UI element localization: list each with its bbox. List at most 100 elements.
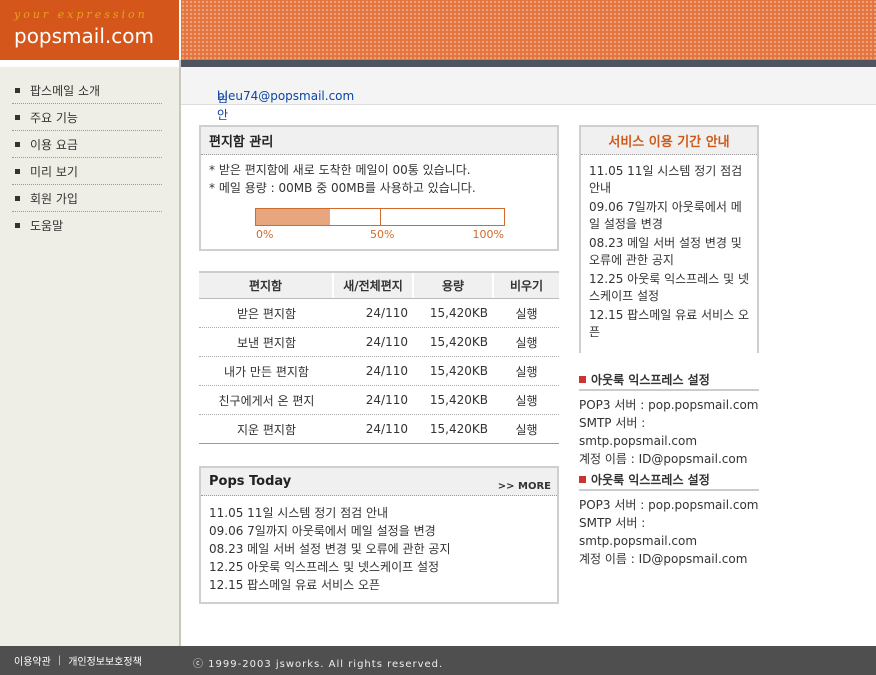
panel-title: 서비스 이용 기간 안내 xyxy=(581,127,757,155)
sidebar-item-label: 미리 보기 xyxy=(30,164,78,179)
bullet-icon xyxy=(15,223,20,228)
account-name: 계정 이름 : ID@popsmail.com xyxy=(579,452,748,466)
section-title-text: 아웃룩 익스프레스 설정 xyxy=(591,372,710,387)
empty-action-button[interactable]: 실행 xyxy=(494,386,559,414)
news-item[interactable]: 12.25 아웃룩 익스프레스 및 넷스케이프 설정 xyxy=(209,558,557,576)
notice-item[interactable]: 11.05 11일 시스템 정기 점검 안내 xyxy=(589,163,751,197)
pop3-server: POP3 서버 : pop.popsmail.com xyxy=(579,398,759,412)
sidebar-divider xyxy=(179,60,181,646)
logo-brand: popsmail.com xyxy=(14,24,154,48)
news-list: 11.05 11일 시스템 정기 점검 안내 09.06 7일까지 아웃룩에서 … xyxy=(201,496,557,594)
news-item[interactable]: 08.23 메일 서버 설정 변경 및 오류에 관한 공지 xyxy=(209,540,557,558)
news-item[interactable]: 11.05 11일 시스템 정기 점검 안내 xyxy=(209,504,557,522)
mail-count: 24/110 xyxy=(365,335,408,349)
smtp-server: SMTP 서버 : smtp.popsmail.com xyxy=(579,516,698,548)
empty-action-button[interactable]: 실행 xyxy=(494,299,559,327)
mailbox-size: 15,420KB xyxy=(429,393,488,407)
empty-action-button[interactable]: 실행 xyxy=(494,328,559,356)
sidebar-menu: 팝스메일 소개 주요 기능 이용 요금 미리 보기 회원 가입 도움말 xyxy=(12,77,162,239)
bullet-icon xyxy=(15,195,20,201)
footer-divider: | xyxy=(57,655,62,666)
mailbox-name[interactable]: 내가 만든 편지함 xyxy=(199,357,334,385)
table-row: 친구에게서 온 편지 24/110 15,420KB 실행 xyxy=(199,386,559,415)
table-header: 편지함 새/전체편지 용량 비우기 xyxy=(199,271,559,299)
bar-label-min: 0% xyxy=(256,228,274,241)
red-square-icon xyxy=(579,375,586,383)
privacy-link[interactable]: 개인정보보호정책 xyxy=(68,653,142,668)
empty-action-button[interactable]: 실행 xyxy=(494,415,559,443)
column-header-empty: 비우기 xyxy=(509,279,544,293)
sidebar-item-label: 주요 기능 xyxy=(30,110,78,125)
storage-notice: * 메일 용량 : 00MB 중 00MB를 사용하고 있습니다. xyxy=(209,181,476,195)
table-row: 보낸 편지함 24/110 15,420KB 실행 xyxy=(199,328,559,357)
mail-count: 24/110 xyxy=(365,422,408,436)
outlook-settings-section: 아웃룩 익스프레스 설정 POP3 서버 : pop.popsmail.com … xyxy=(579,369,759,468)
bar-label-max: 100% xyxy=(472,228,504,241)
copyright: ⓒ 1999-2003 jsworks. All rights reserved… xyxy=(193,659,444,670)
panel-header: Pops Today >> MORE xyxy=(201,468,557,496)
sidebar-item-pricing[interactable]: 이용 요금 xyxy=(12,131,162,158)
mailbox-management-panel: 편지함 관리 * 받은 편지함에 새로 도착한 메일이 00통 있습니다. * … xyxy=(199,125,559,251)
sidebar-item-preview[interactable]: 미리 보기 xyxy=(12,158,162,185)
mailbox-table: 편지함 새/전체편지 용량 비우기 받은 편지함 24/110 15,420KB… xyxy=(199,271,559,444)
mailbox-size: 15,420KB xyxy=(429,335,488,349)
sidebar-item-label: 회원 가입 xyxy=(30,191,78,206)
mail-count: 24/110 xyxy=(365,364,408,378)
mailbox-size: 15,420KB xyxy=(429,364,488,378)
news-item[interactable]: 12.15 팝스메일 유료 서비스 오픈 xyxy=(209,576,557,594)
footer: 이용약관 | 개인정보보호정책 ⓒ 1999-2003 jsworks. All… xyxy=(0,646,876,675)
notice-item[interactable]: 12.15 팝스메일 유료 서비스 오픈 xyxy=(589,307,751,341)
table-row: 지운 편지함 24/110 15,420KB 실행 xyxy=(199,415,559,444)
service-period-panel: 서비스 이용 기간 안내 11.05 11일 시스템 정기 점검 안내 09.0… xyxy=(579,125,759,353)
header-pattern xyxy=(181,0,876,60)
sidebar-item-label: 이용 요금 xyxy=(30,137,78,152)
usage-bar-fill xyxy=(256,209,331,225)
account-name: 계정 이름 : ID@popsmail.com xyxy=(579,552,748,566)
panel-title: 편지함 관리 xyxy=(201,127,557,155)
smtp-server: SMTP 서버 : smtp.popsmail.com xyxy=(579,416,698,448)
empty-action-button[interactable]: 실행 xyxy=(494,357,559,385)
sidebar-item-help[interactable]: 도움말 xyxy=(12,212,162,239)
section-title-text: 아웃룩 익스프레스 설정 xyxy=(591,472,710,487)
greeting-bar: bleu74@popsmail.com님 안녕하세요? xyxy=(181,67,876,190)
table-row: 내가 만든 편지함 24/110 15,420KB 실행 xyxy=(199,357,559,386)
sidebar-item-features[interactable]: 주요 기능 xyxy=(12,104,162,131)
bullet-icon xyxy=(15,168,20,174)
more-link[interactable]: >> MORE xyxy=(498,481,551,492)
news-item[interactable]: 09.06 7일까지 아웃룩에서 메일 설정을 변경 xyxy=(209,522,557,540)
notice-item[interactable]: 12.25 아웃룩 익스프레스 및 넷스케이프 설정 xyxy=(589,271,751,305)
logo[interactable]: your expression popsmail.com xyxy=(0,0,179,60)
sidebar-item-label: 팝스메일 소개 xyxy=(30,83,101,98)
terms-link[interactable]: 이용약관 xyxy=(14,653,51,668)
bullet-icon xyxy=(15,114,20,120)
bar-label-mid: 50% xyxy=(370,228,395,241)
user-email[interactable]: bleu74@popsmail.com xyxy=(217,89,354,103)
mailbox-size: 15,420KB xyxy=(429,422,488,436)
mailbox-name[interactable]: 지운 편지함 xyxy=(199,415,334,443)
logo-tagline: your expression xyxy=(14,8,148,21)
panel-title: Pops Today xyxy=(209,474,292,489)
mailbox-name[interactable]: 친구에게서 온 편지 xyxy=(199,386,334,414)
section-title: 아웃룩 익스프레스 설정 xyxy=(579,369,759,391)
column-header-count: 새/전체편지 xyxy=(334,273,414,298)
column-header-mailbox: 편지함 xyxy=(199,273,334,298)
mail-count: 24/110 xyxy=(365,393,408,407)
notice-item[interactable]: 09.06 7일까지 아웃룩에서 메일 설정을 변경 xyxy=(589,199,751,233)
mailbox-name[interactable]: 보낸 편지함 xyxy=(199,328,334,356)
mailbox-name[interactable]: 받은 편지함 xyxy=(199,299,334,327)
header-left-strip xyxy=(0,60,179,67)
usage-bar-midline xyxy=(380,209,381,225)
sidebar-item-intro[interactable]: 팝스메일 소개 xyxy=(12,77,162,104)
table-row: 받은 편지함 24/110 15,420KB 실행 xyxy=(199,299,559,328)
notice-item[interactable]: 08.23 메일 서버 설정 변경 및 오류에 관한 공지 xyxy=(589,235,751,269)
new-mail-notice: * 받은 편지함에 새로 도착한 메일이 00통 있습니다. xyxy=(209,163,471,177)
sidebar: 팝스메일 소개 주요 기능 이용 요금 미리 보기 회원 가입 도움말 xyxy=(0,67,179,646)
pop3-server: POP3 서버 : pop.popsmail.com xyxy=(579,498,759,512)
section-title: 아웃룩 익스프레스 설정 xyxy=(579,469,759,491)
bullet-icon xyxy=(15,141,20,147)
sidebar-item-signup[interactable]: 회원 가입 xyxy=(12,185,162,212)
outlook-settings-section: 아웃룩 익스프레스 설정 POP3 서버 : pop.popsmail.com … xyxy=(579,469,759,568)
mailbox-size: 15,420KB xyxy=(429,306,488,320)
red-square-icon xyxy=(579,475,586,483)
sidebar-item-label: 도움말 xyxy=(30,219,64,233)
